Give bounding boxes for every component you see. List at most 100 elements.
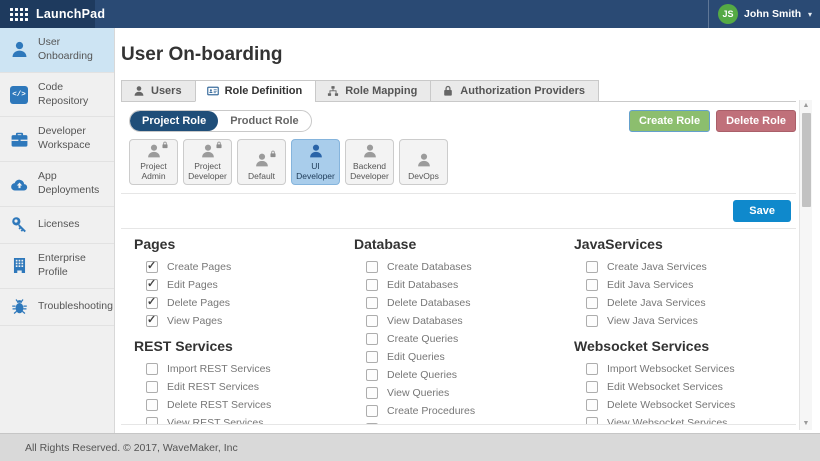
tab-bar: Users Role Definition Role Mapping Autho… [121, 80, 796, 102]
app-title: LaunchPad [36, 7, 105, 21]
sidebar-item-licenses[interactable]: Licenses [0, 207, 114, 244]
sidebar-item-user-onboarding[interactable]: User Onboarding [0, 28, 114, 73]
permission-section-rest-services: REST Services Import REST Services Edit … [134, 339, 354, 425]
user-name: John Smith [744, 8, 801, 20]
bug-icon [9, 297, 29, 317]
checkbox-create-databases[interactable] [366, 261, 378, 273]
checkbox-view-rest-services[interactable] [146, 417, 158, 425]
permission-item: Edit Websocket Services [574, 381, 794, 393]
person-icon [254, 152, 270, 169]
permission-item: Import REST Services [134, 363, 354, 375]
tab-role-definition[interactable]: Role Definition [195, 80, 317, 102]
checkbox-create-pages[interactable] [146, 261, 158, 273]
lock-icon [442, 85, 454, 97]
permission-item: Create Pages [134, 261, 354, 273]
permission-item: View Java Services [574, 315, 794, 327]
permission-section-title: Database [354, 237, 574, 252]
checkbox-view-queries[interactable] [366, 387, 378, 399]
lock-icon [215, 141, 223, 149]
checkbox-delete-databases[interactable] [366, 297, 378, 309]
scroll-down-icon[interactable]: ▼ [800, 420, 812, 428]
role-card-backend-developer[interactable]: Backend Developer [345, 139, 394, 185]
toggle-product-role[interactable]: Product Role [218, 111, 310, 131]
checkbox-delete-rest-services[interactable] [146, 399, 158, 411]
checkbox-edit-rest-services[interactable] [146, 381, 158, 393]
role-card-default[interactable]: Default [237, 139, 286, 185]
sidebar-item-developer-workspace[interactable]: Developer Workspace [0, 117, 114, 162]
permission-item: Create Queries [354, 333, 574, 345]
app-logo[interactable]: LaunchPad [0, 0, 95, 28]
role-card-ui-developer[interactable]: UI Developer [291, 139, 340, 185]
checkbox-create-queries[interactable] [366, 333, 378, 345]
person-icon [146, 143, 162, 159]
main-content: User On-boarding Users Role Definition R… [115, 28, 820, 433]
caret-down-icon: ▾ [808, 10, 812, 19]
tab-role-mapping[interactable]: Role Mapping [315, 80, 431, 102]
tab-authorization-providers[interactable]: Authorization Providers [430, 80, 599, 102]
checkbox-create-java-services[interactable] [586, 261, 598, 273]
checkbox-edit-databases[interactable] [366, 279, 378, 291]
sidebar-item-troubleshooting[interactable]: Troubleshooting [0, 289, 114, 326]
sidebar-item-enterprise-profile[interactable]: Enterprise Profile [0, 244, 114, 289]
permission-section-javaservices: JavaServices Create Java Services Edit J… [574, 237, 794, 327]
permission-section-title: Pages [134, 237, 354, 252]
permission-item: Delete Databases [354, 297, 574, 309]
scroll-up-icon[interactable]: ▲ [800, 102, 812, 110]
checkbox-edit-websocket-services[interactable] [586, 381, 598, 393]
permission-item: Delete REST Services [134, 399, 354, 411]
toggle-project-role[interactable]: Project Role [130, 111, 218, 131]
checkbox-view-databases[interactable] [366, 315, 378, 327]
permission-item: Create Java Services [574, 261, 794, 273]
lock-icon [269, 150, 277, 158]
sidebar-item-app-deployments[interactable]: App Deployments [0, 162, 114, 207]
briefcase-icon [9, 129, 29, 149]
checkbox-delete-pages[interactable] [146, 297, 158, 309]
save-row: Save [121, 194, 796, 228]
scrollbar-thumb[interactable] [802, 113, 811, 207]
checkbox-view-java-services[interactable] [586, 315, 598, 327]
create-role-button[interactable]: Create Role [629, 110, 710, 132]
permission-column: Database Create Databases Edit Databases… [354, 237, 574, 424]
user-menu[interactable]: JS John Smith ▾ [708, 0, 820, 28]
sitemap-icon [327, 85, 339, 97]
copyright-text: All Rights Reserved. © 2017, WaveMaker, … [25, 442, 238, 454]
footer: All Rights Reserved. © 2017, WaveMaker, … [0, 433, 820, 461]
checkbox-edit-pages[interactable] [146, 279, 158, 291]
page-title: User On-boarding [121, 44, 820, 66]
checkbox-view-websocket-services[interactable] [586, 417, 598, 425]
checkbox-delete-websocket-services[interactable] [586, 399, 598, 411]
role-cards: Project Admin Project Developer Default … [129, 139, 796, 185]
permission-item: Delete Websocket Services [574, 399, 794, 411]
vertical-scrollbar[interactable]: ▲ ▼ [799, 100, 812, 430]
permission-section-title: REST Services [134, 339, 354, 354]
permission-item: Edit REST Services [134, 381, 354, 393]
user-icon [9, 40, 29, 60]
role-card-project-admin[interactable]: Project Admin [129, 139, 178, 185]
tab-users[interactable]: Users [121, 80, 196, 102]
sidebar-item-code-repository[interactable]: </> Code Repository [0, 73, 114, 118]
delete-role-button[interactable]: Delete Role [716, 110, 796, 132]
permission-item: View Databases [354, 315, 574, 327]
checkbox-edit-procedures[interactable] [366, 423, 378, 425]
checkbox-delete-java-services[interactable] [586, 297, 598, 309]
person-icon [362, 143, 378, 159]
permission-section-pages: Pages Create Pages Edit Pages Delete Pag… [134, 237, 354, 327]
checkbox-import-websocket-services[interactable] [586, 363, 598, 375]
user-avatar: JS [718, 4, 738, 24]
checkbox-delete-queries[interactable] [366, 369, 378, 381]
permission-section-websocket-services: Websocket Services Import Websocket Serv… [574, 339, 794, 425]
save-button[interactable]: Save [733, 200, 791, 222]
checkbox-create-procedures[interactable] [366, 405, 378, 417]
permission-column: JavaServices Create Java Services Edit J… [574, 237, 794, 424]
role-card-devops[interactable]: DevOps [399, 139, 448, 185]
person-icon [308, 143, 324, 159]
checkbox-edit-java-services[interactable] [586, 279, 598, 291]
cloud-upload-icon [9, 174, 29, 194]
checkbox-import-rest-services[interactable] [146, 363, 158, 375]
permission-item: View REST Services [134, 417, 354, 425]
checkbox-edit-queries[interactable] [366, 351, 378, 363]
permission-item: View Queries [354, 387, 574, 399]
role-action-buttons: Create Role Delete Role [629, 110, 796, 132]
role-card-project-developer[interactable]: Project Developer [183, 139, 232, 185]
checkbox-view-pages[interactable] [146, 315, 158, 327]
